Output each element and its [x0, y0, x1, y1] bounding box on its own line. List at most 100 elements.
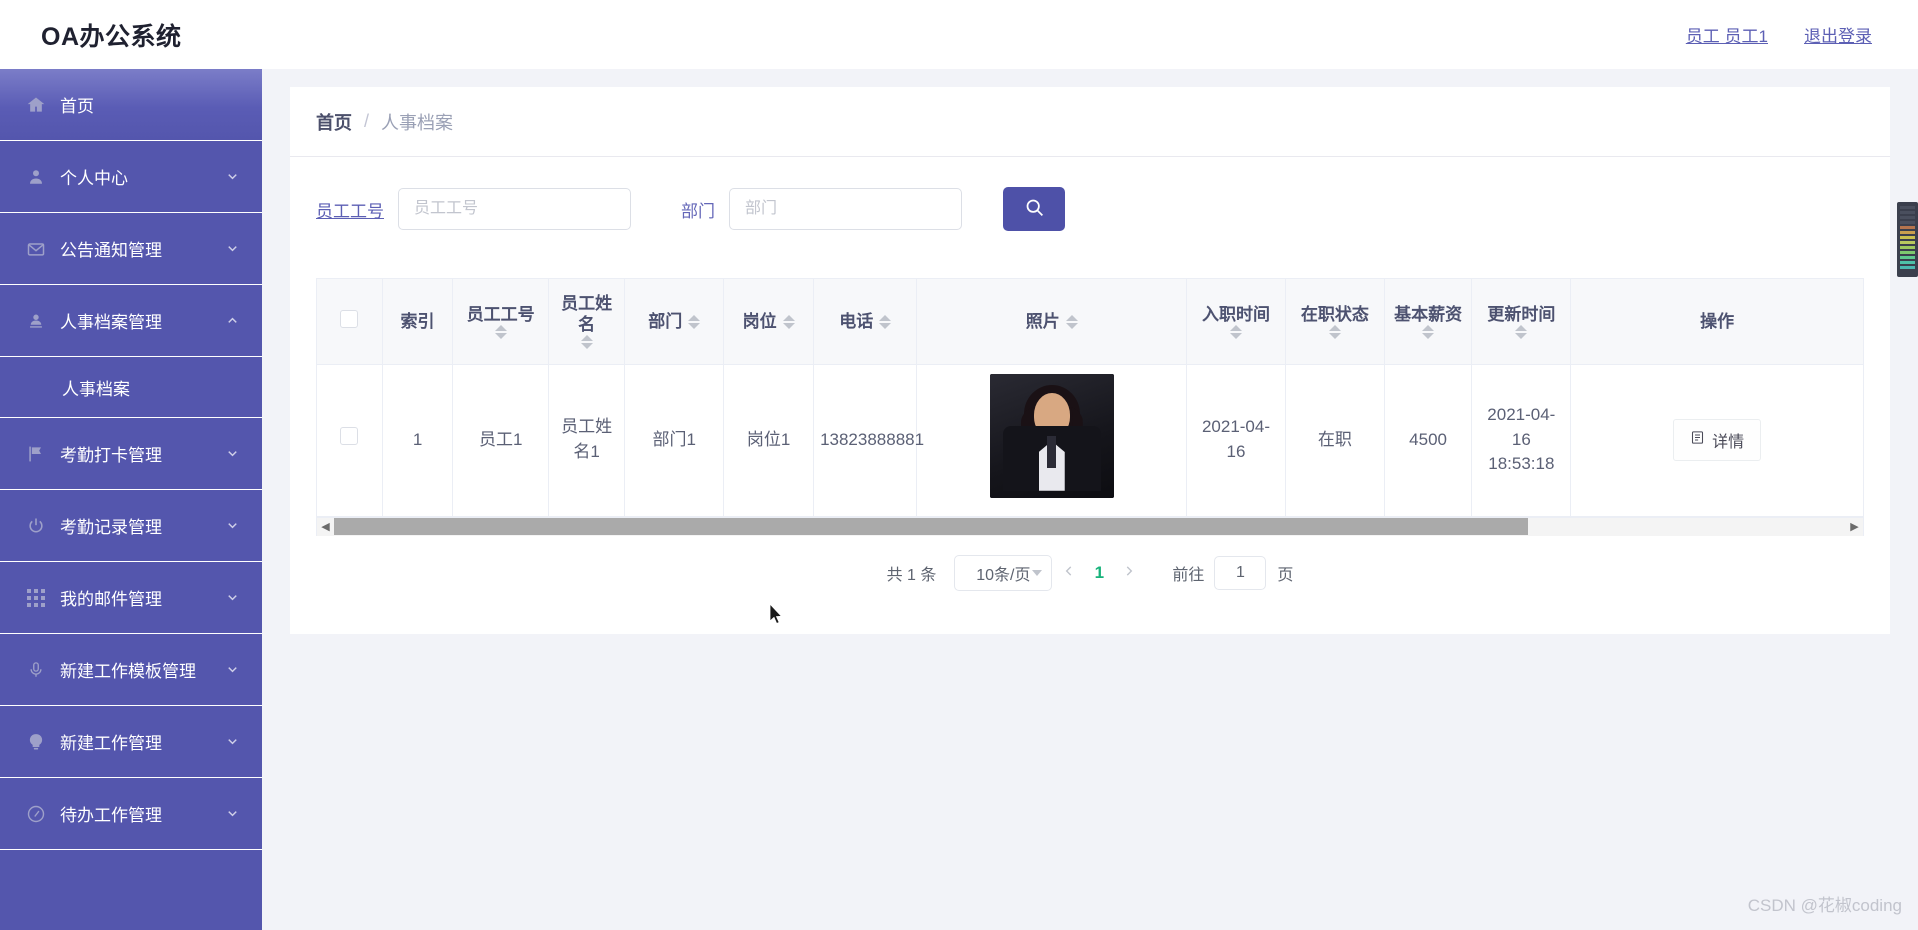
search-button[interactable]: [1003, 187, 1065, 231]
row-select-cell: [317, 364, 383, 517]
table-header-index: 索引: [382, 279, 454, 365]
cell-salary: 4500: [1384, 364, 1473, 517]
sort-icon[interactable]: [1515, 324, 1528, 339]
scroll-right-icon[interactable]: ▶: [1846, 518, 1863, 535]
breadcrumb-current: 人事档案: [381, 112, 454, 133]
cell-status: 在职: [1285, 364, 1385, 517]
pagination-page-1[interactable]: 1: [1086, 563, 1112, 583]
sort-icon[interactable]: [688, 314, 701, 329]
sidebar-item-personal-center[interactable]: 个人中心: [0, 141, 262, 213]
scroll-left-icon[interactable]: ◀: [317, 518, 334, 535]
page-size-select[interactable]: 10条/页: [954, 554, 1053, 591]
column-label: 照片: [1025, 311, 1060, 331]
detail-button-label: 详情: [1712, 434, 1745, 451]
sidebar-item-todo-work[interactable]: 待办工作管理: [0, 778, 262, 850]
table-header-salary[interactable]: 基本薪资: [1384, 279, 1473, 365]
cell-phone: 13823888881: [813, 364, 924, 517]
sort-icon[interactable]: [1229, 324, 1242, 339]
chevron-down-icon: [224, 662, 240, 678]
employee-no-input[interactable]: [398, 188, 631, 230]
column-label: 电话: [839, 311, 874, 331]
table-horizontal-scrollbar[interactable]: ◀ ▶: [317, 516, 1863, 536]
watermark: CSDN @花椒coding: [1747, 896, 1902, 915]
sidebar-item-hr-archive[interactable]: 人事档案: [0, 357, 262, 418]
table-header-select: [317, 279, 383, 365]
table-header-row: 索引 员工工号 员工姓名 部门 岗位 电话 照片 入职时间 在职状态 基本薪资 …: [317, 279, 1863, 365]
pagination-next-button[interactable]: [1112, 556, 1146, 590]
sidebar-item-home[interactable]: 首页: [0, 69, 262, 141]
data-table: 索引 员工工号 员工姓名 部门 岗位 电话 照片 入职时间 在职状态 基本薪资 …: [317, 279, 1863, 517]
sort-icon[interactable]: [1422, 324, 1435, 339]
detail-button[interactable]: 详情: [1673, 419, 1762, 461]
table-row: 1 员工1 员工姓名1 部门1 岗位1 13823888881 2021-04-…: [317, 364, 1863, 517]
cell-department: 部门1: [624, 364, 725, 517]
logout-link[interactable]: 退出登录: [1804, 22, 1872, 47]
breadcrumb-home[interactable]: 首页: [316, 109, 352, 135]
sidebar-item-hr-archive-management[interactable]: 人事档案管理: [0, 285, 262, 357]
table-header-position[interactable]: 岗位: [723, 279, 815, 365]
sort-icon[interactable]: [494, 324, 507, 339]
table-header-hire-date[interactable]: 入职时间: [1186, 279, 1286, 365]
sidebar-item-attendance-punch[interactable]: 考勤打卡管理: [0, 418, 262, 490]
column-label: 部门: [648, 311, 683, 331]
scrollbar-track[interactable]: [334, 518, 1846, 535]
sidebar-item-label: 考勤记录管理: [60, 518, 162, 537]
breadcrumb-separator: /: [364, 111, 370, 131]
table-header-update-time[interactable]: 更新时间: [1471, 279, 1572, 365]
table-header-status[interactable]: 在职状态: [1285, 279, 1385, 365]
breadcrumb: 首页 / 人事档案: [290, 87, 1890, 157]
data-table-wrapper: 索引 员工工号 员工姓名 部门 岗位 电话 照片 入职时间 在职状态 基本薪资 …: [316, 278, 1864, 536]
scrollbar-thumb[interactable]: [334, 518, 1529, 535]
chevron-down-icon: [224, 734, 240, 750]
table-header-department[interactable]: 部门: [624, 279, 725, 365]
minimap-row: [1900, 241, 1915, 244]
sidebar-item-attendance-record[interactable]: 考勤记录管理: [0, 490, 262, 562]
sort-icon[interactable]: [580, 335, 593, 350]
cell-photo: [916, 364, 1188, 517]
sort-icon[interactable]: [1065, 314, 1078, 329]
table-header-phone[interactable]: 电话: [813, 279, 918, 365]
table-header-emp-name[interactable]: 员工姓名: [548, 279, 626, 365]
chevron-down-icon: [224, 806, 240, 822]
power-icon: [23, 513, 49, 539]
app-header: OA办公系统 员工 员工1 退出登录: [0, 0, 1918, 69]
microphone-icon: [23, 657, 49, 683]
sidebar-item-label: 人事档案管理: [60, 313, 162, 332]
current-user-link[interactable]: 员工 员工1: [1686, 22, 1768, 47]
sidebar-item-my-mail[interactable]: 我的邮件管理: [0, 562, 262, 634]
select-all-checkbox[interactable]: [340, 309, 359, 328]
minimap-row: [1900, 256, 1915, 259]
chevron-right-icon: [1122, 563, 1136, 583]
minimap-row: [1900, 251, 1915, 254]
contact-icon: [23, 308, 49, 334]
column-label: 入职时间: [1201, 304, 1270, 324]
sidebar-item-announcement[interactable]: 公告通知管理: [0, 213, 262, 285]
table-header-emp-no[interactable]: 员工工号: [452, 279, 549, 365]
chevron-down-icon: [224, 590, 240, 606]
sort-icon[interactable]: [782, 314, 795, 329]
sort-icon[interactable]: [1328, 324, 1341, 339]
sidebar-item-label: 待办工作管理: [60, 806, 162, 825]
chevron-down-icon: [224, 241, 240, 257]
sidebar-item-label: 考勤打卡管理: [60, 446, 162, 465]
sidebar-item-work-template[interactable]: 新建工作模板管理: [0, 634, 262, 706]
column-label: 更新时间: [1487, 304, 1556, 324]
bulb-icon: [23, 729, 49, 755]
sidebar-item-label: 新建工作模板管理: [60, 662, 196, 681]
pagination-total: 共 1 条: [886, 566, 937, 584]
search-icon: [1024, 197, 1045, 221]
home-icon: [23, 92, 49, 118]
pagination: 共 1 条 10条/页 1 前往 1 页: [316, 536, 1864, 610]
pagination-goto-input[interactable]: [1214, 555, 1267, 590]
table-header-photo[interactable]: 照片: [916, 279, 1188, 365]
department-input[interactable]: [729, 188, 962, 230]
row-checkbox[interactable]: [340, 427, 359, 446]
employee-photo[interactable]: [989, 374, 1114, 499]
sidebar-item-label: 公告通知管理: [60, 241, 162, 260]
sidebar-item-label: 首页: [60, 97, 94, 116]
pagination-prev-button[interactable]: [1052, 556, 1086, 590]
sidebar-item-new-work[interactable]: 新建工作管理: [0, 706, 262, 778]
minimap-row: [1900, 231, 1915, 234]
sort-icon[interactable]: [879, 314, 892, 329]
page-minimap-scrollbar[interactable]: [1897, 202, 1918, 277]
